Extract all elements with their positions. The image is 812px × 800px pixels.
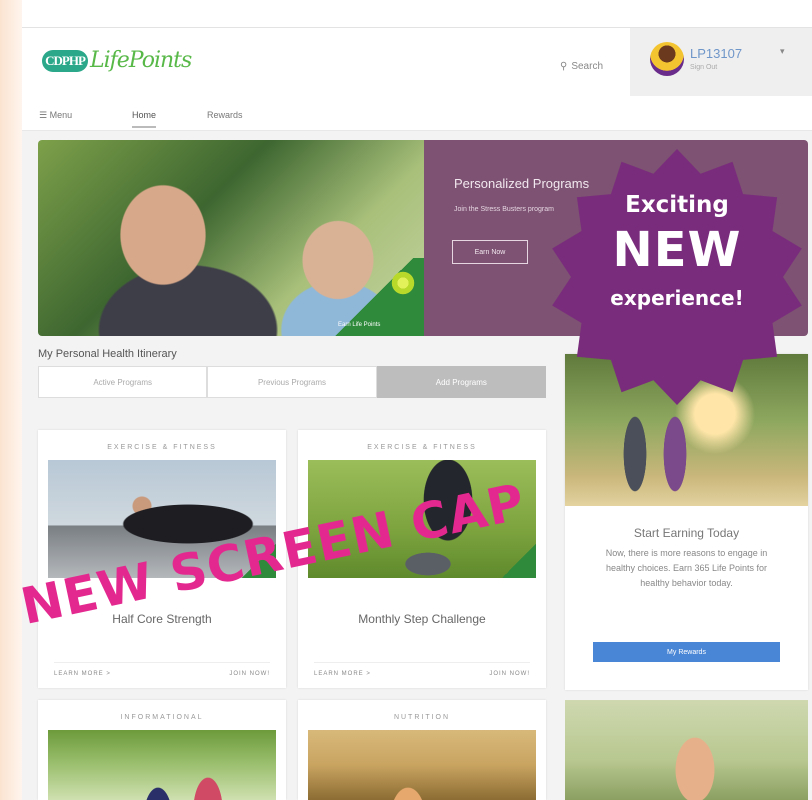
promo-card-image	[565, 700, 808, 800]
card-image	[308, 730, 536, 800]
card-category: EXERCISE & FITNESS	[367, 444, 477, 451]
card-footer: LEARN MORE > JOIN NOW!	[314, 662, 530, 677]
search-label: Search	[571, 61, 604, 72]
search-button[interactable]: ⚲ Search	[560, 61, 607, 72]
nav-menu[interactable]: ☰ Menu	[39, 110, 72, 121]
learn-more-link[interactable]: LEARN MORE >	[54, 671, 111, 677]
avatar	[650, 42, 684, 76]
promo-line-1: Exciting	[625, 192, 729, 218]
chevron-down-icon[interactable]: ▾	[780, 46, 785, 57]
flower-icon	[390, 270, 416, 296]
promo-card	[565, 700, 808, 800]
hamburger-icon: ☰	[39, 110, 48, 120]
card-category: EXERCISE & FITNESS	[107, 444, 217, 451]
hero-subtitle: Join the Stress Busters program	[454, 206, 554, 213]
learn-more-link[interactable]: LEARN MORE >	[314, 671, 371, 677]
promo-line-3: experience!	[610, 286, 744, 310]
card-image	[48, 730, 276, 800]
tab-previous-programs[interactable]: Previous Programs	[207, 366, 377, 398]
hero-badge-text: Earn Life Points	[338, 322, 381, 328]
main-nav: ☰ Menu Home Rewards	[22, 100, 812, 131]
card-title: Monthly Step Challenge	[358, 612, 486, 626]
account-menu[interactable]: LP13107 Sign Out ▾	[630, 28, 812, 96]
earning-card-body: Now, there is more reasons to engage in …	[605, 548, 768, 588]
page-edge-shade	[0, 0, 22, 800]
program-card: NUTRITION	[298, 700, 546, 800]
tab-add-programs[interactable]: Add Programs	[376, 366, 546, 398]
promo-line-2: NEW	[612, 222, 742, 278]
nav-home[interactable]: Home	[132, 110, 157, 128]
itinerary-tabs: Active Programs Previous Programs Add Pr…	[38, 366, 546, 398]
logo-badge: CDPHP	[42, 49, 88, 72]
program-card: INFORMATIONAL	[38, 700, 286, 800]
site-header: CDPHP LifePoints ⚲ Search LP13107 Sign Ou…	[22, 28, 812, 100]
card-footer: LEARN MORE > JOIN NOW!	[54, 662, 270, 677]
account-subtext[interactable]: Sign Out	[690, 64, 717, 71]
my-rewards-button[interactable]: My Rewards	[593, 642, 780, 662]
tab-active-programs[interactable]: Active Programs	[38, 366, 208, 398]
join-now-link[interactable]: JOIN NOW!	[489, 671, 530, 677]
site-logo[interactable]: CDPHP LifePoints	[42, 48, 192, 73]
earn-now-button[interactable]: Earn Now	[452, 240, 528, 264]
account-id: LP13107	[690, 46, 743, 61]
nav-rewards[interactable]: Rewards	[207, 110, 243, 120]
itinerary-title: My Personal Health Itinerary	[38, 348, 177, 360]
nav-menu-label: Menu	[49, 110, 73, 120]
card-corner-badge	[502, 544, 536, 578]
card-category: INFORMATIONAL	[120, 714, 204, 721]
logo-text: LifePoints	[90, 48, 192, 73]
card-category: NUTRITION	[393, 714, 451, 721]
join-now-link[interactable]: JOIN NOW!	[229, 671, 270, 677]
earning-card-title: Start Earning Today	[633, 526, 740, 540]
search-icon: ⚲	[560, 61, 568, 72]
